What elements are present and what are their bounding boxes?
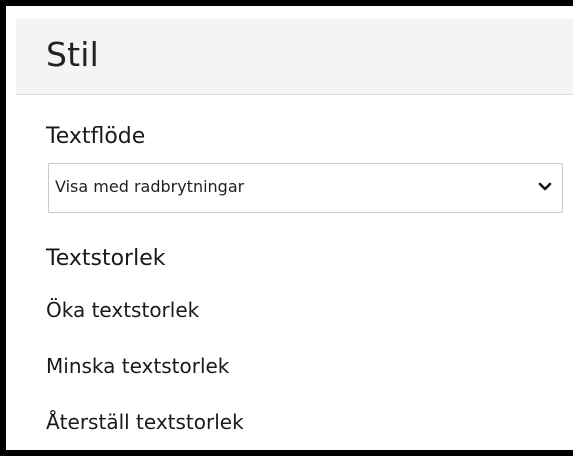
style-panel: Stil Textflöde Visa med radbrytningar Te… bbox=[0, 0, 573, 456]
text-flow-select[interactable]: Visa med radbrytningar bbox=[48, 163, 563, 213]
panel-title: Stil bbox=[46, 35, 100, 74]
chevron-down-icon bbox=[538, 182, 552, 191]
text-flow-selected-value: Visa med radbrytningar bbox=[55, 177, 245, 196]
decrease-text-size-link[interactable]: Minska textstorlek bbox=[46, 354, 229, 378]
reset-text-size-link[interactable]: Återställ textstorlek bbox=[46, 410, 244, 434]
panel-header: Stil bbox=[16, 19, 573, 95]
text-size-label: Textstorlek bbox=[46, 246, 166, 271]
increase-text-size-link[interactable]: Öka textstorlek bbox=[46, 298, 199, 322]
text-flow-label: Textflöde bbox=[46, 124, 146, 149]
